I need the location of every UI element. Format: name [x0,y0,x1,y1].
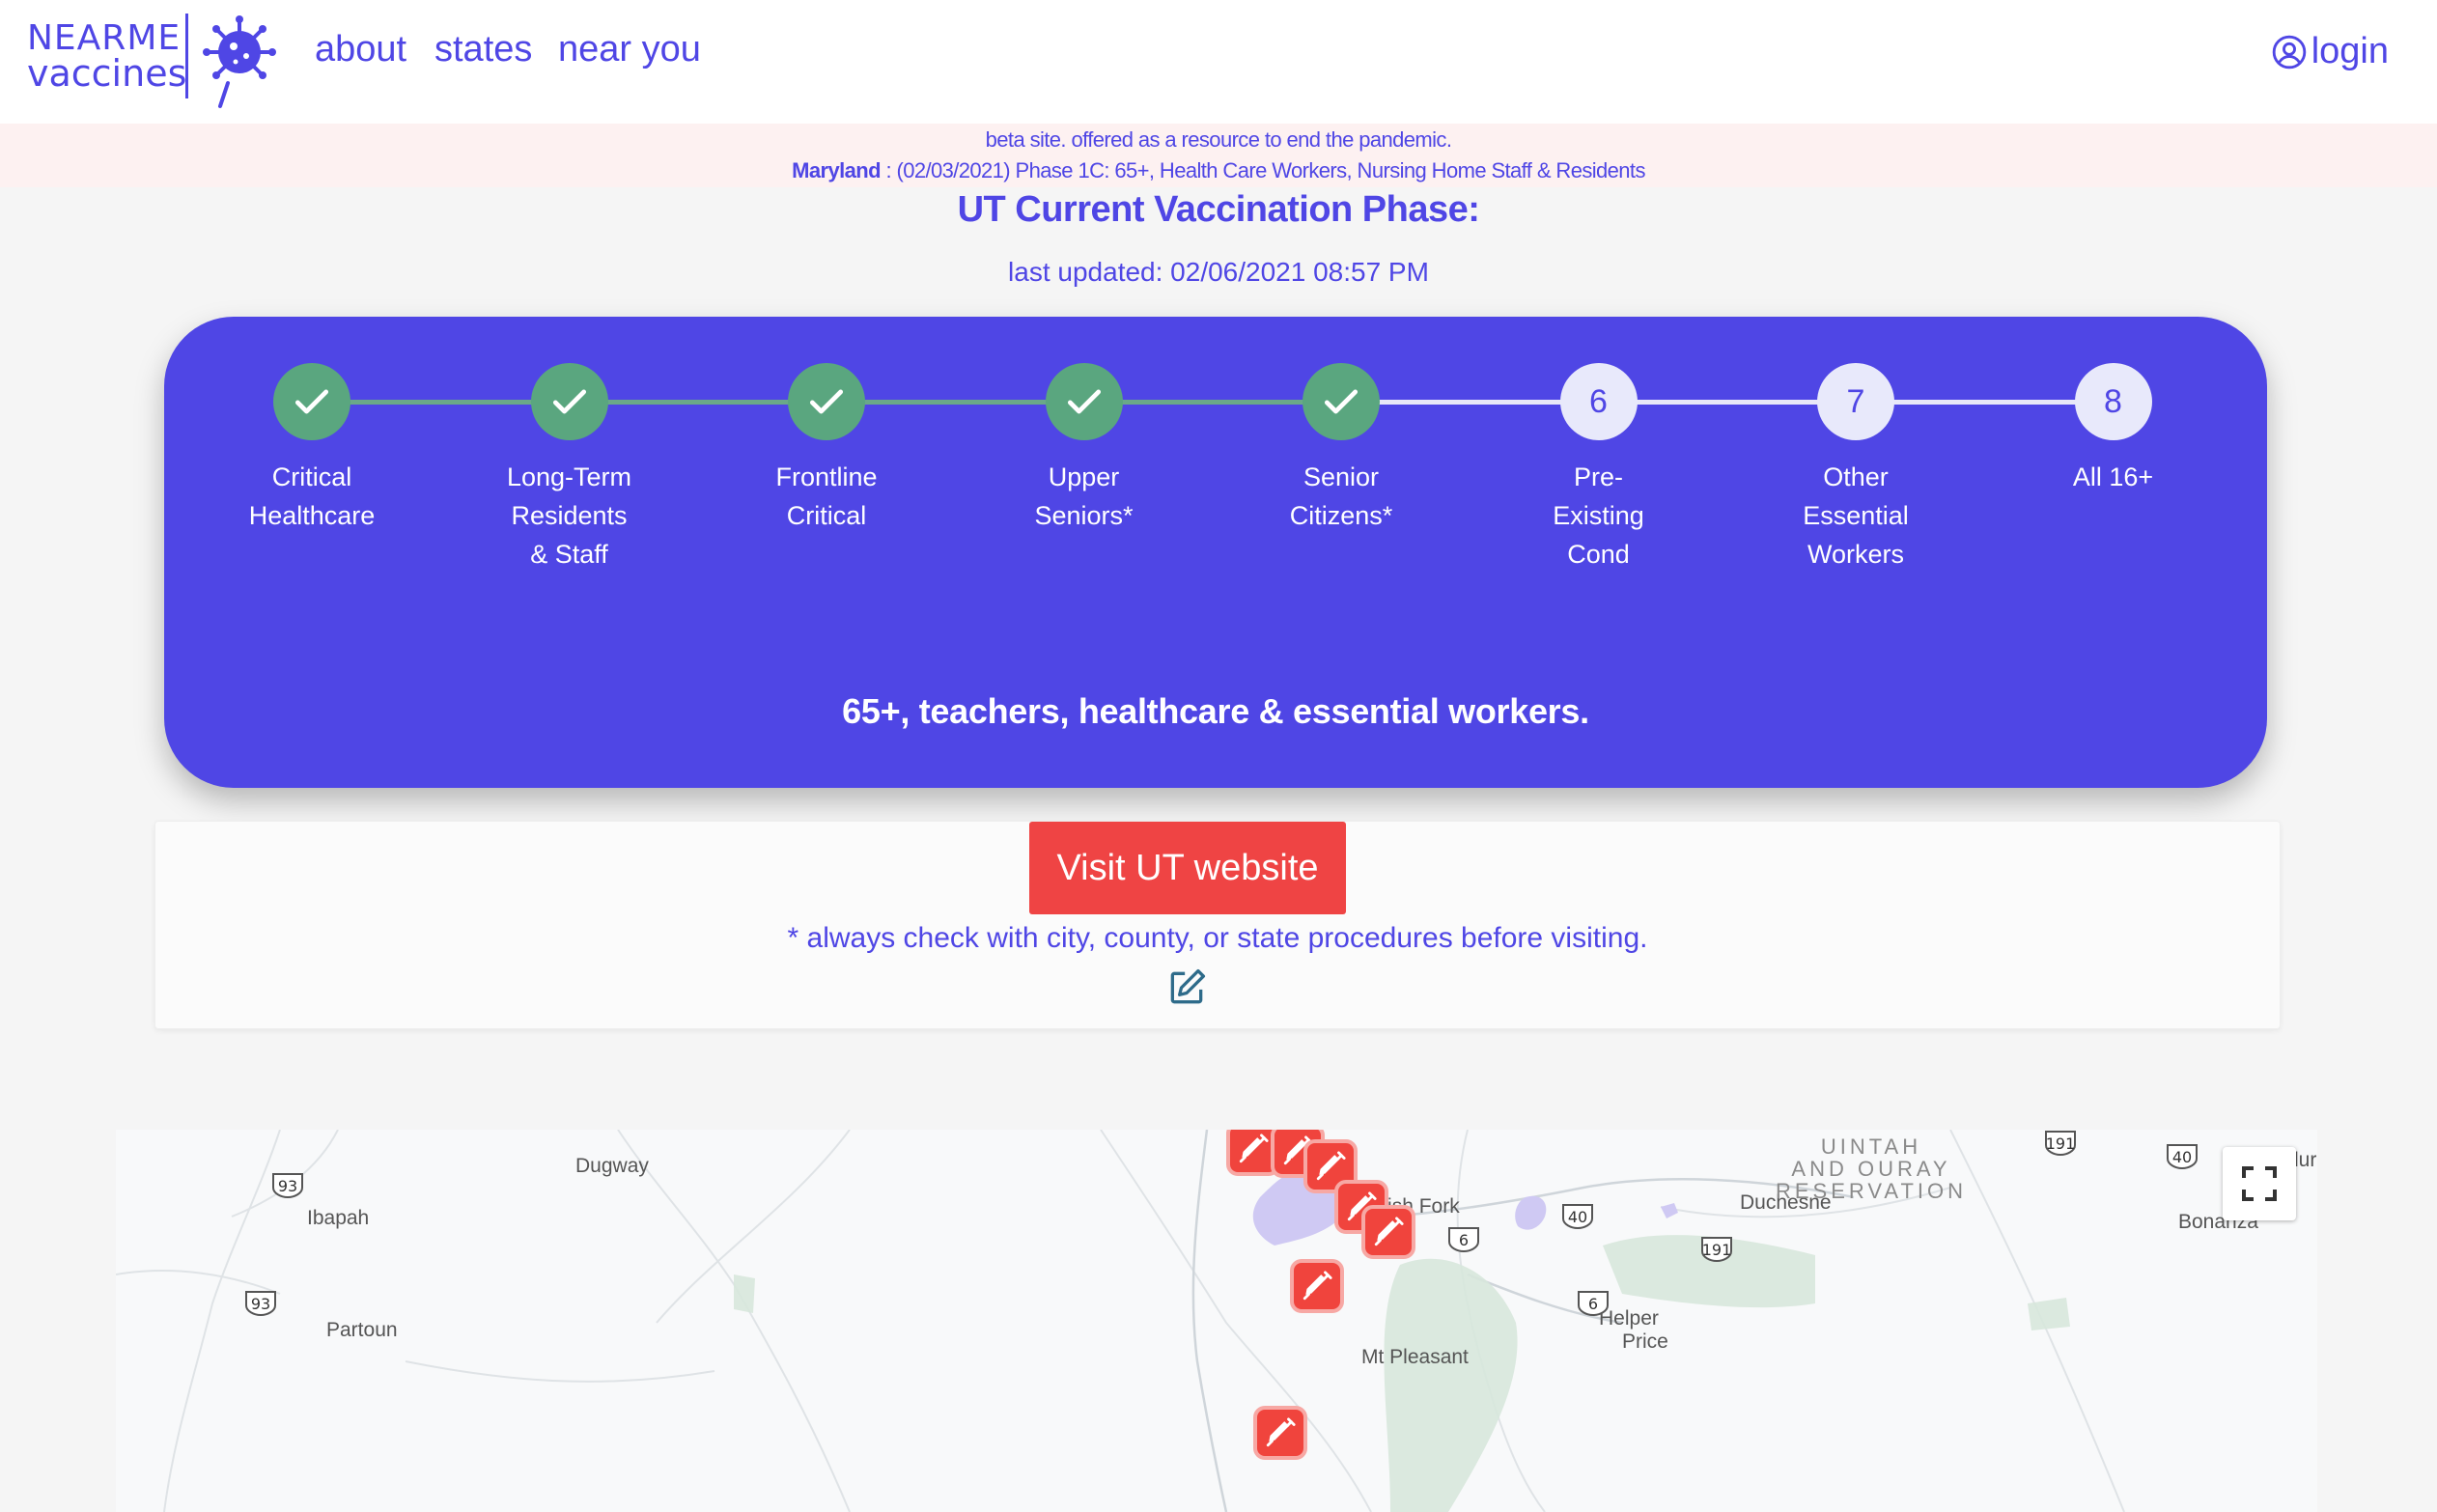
vaccine-site-marker[interactable] [1290,1259,1344,1313]
checkmark-icon [788,363,865,440]
fullscreen-icon [2242,1166,2277,1201]
logo-line2: vaccines [27,52,187,95]
phase-step: 8 All 16+ [1998,363,2229,496]
logo[interactable]: NEARME vaccines [27,14,276,108]
phase-step-label: Senior Citizens* [1289,462,1393,530]
highway-shield: 6 [1576,1290,1611,1317]
header: NEARME vaccines about states near you lo… [0,0,2437,124]
last-updated: last updated: 02/06/2021 08:57 PM [1008,257,1429,287]
place-label: Price [1622,1330,1668,1353]
checkmark-icon [273,363,350,440]
logo-line1: NEARME [27,18,182,58]
syringe-icon [1303,1271,1332,1301]
banner-phase-text: : (02/03/2021) Phase 1C: 65+, Health Car… [880,158,1645,182]
reservation-line3: RESERVATION [1775,1179,1968,1203]
phase-step-label: Upper Seniors* [1034,462,1134,530]
phase-step: Senior Citizens* [1225,363,1457,535]
place-label: Dugway [575,1155,649,1177]
reservation-line1: UINTAH [1820,1134,1922,1159]
phase-step-label: All 16+ [2072,462,2154,491]
syringe-icon [1374,1217,1404,1246]
place-label: lur [2294,1149,2317,1171]
nav-near-you[interactable]: near you [558,29,701,70]
banner-line2: Maryland : (02/03/2021) Phase 1C: 65+, H… [0,158,2437,183]
phase-step: Upper Seniors* [968,363,1200,535]
syringe-icon [1316,1151,1346,1181]
phase-step-label: Critical Healthcare [248,462,376,530]
vaccine-site-marker[interactable] [1253,1406,1307,1460]
login-label: login [2311,31,2389,71]
fullscreen-button[interactable] [2223,1147,2296,1220]
highway-shield: 93 [270,1172,305,1199]
highway-shield: 191 [2043,1130,2078,1157]
highway-shield: 40 [1560,1203,1595,1230]
virus-icon [203,15,276,108]
nav-about[interactable]: about [315,29,406,70]
phase-step-number: 6 [1559,363,1638,440]
phase-step-label: Long-Term Residents & Staff [506,462,632,569]
highway-shield: 93 [243,1290,278,1317]
vaccine-map[interactable]: Dugway Ibapah Partoun Spanish Fork Duche… [116,1130,2317,1512]
edit-icon[interactable] [1165,966,1208,1009]
highway-shield: 191 [1699,1236,1734,1263]
phase-step-number: 8 [2074,363,2152,440]
phase-step: Long-Term Residents & Staff [454,363,686,574]
phase-step-label: Frontline Critical [775,462,878,530]
phase-step-number: 7 [1817,363,1894,440]
phase-progress-card: Critical Healthcare Long-Term Residents & St… [164,317,2267,788]
page-title: UT Current Vaccination Phase: [957,189,1480,230]
syringe-icon [1239,1134,1269,1163]
nav-states[interactable]: states [434,29,532,70]
checkmark-icon [1303,363,1380,440]
phase-step-label: Other Essential Workers [1803,462,1909,569]
visit-website-button[interactable]: Visit UT website [1029,822,1346,914]
phase-summary: 65+, teachers, healthcare & essential wo… [842,691,1589,731]
logo-divider [185,14,188,98]
user-circle-icon [2272,35,2306,69]
disclaimer-note: * always check with city, county, or sta… [787,922,1648,954]
checkmark-icon [1045,363,1123,440]
banner-line1: beta site. offered as a resource to end … [985,127,1452,152]
phase-step: Frontline Critical [711,363,942,535]
phase-step: 7 Other Essential Workers [1740,363,1972,574]
checkmark-icon [530,363,608,440]
phase-step-label: Pre- Existing Cond [1553,462,1644,569]
logo-text: NEARME vaccines [27,18,187,95]
reservation-line2: AND OURAY [1791,1157,1951,1181]
login-button[interactable]: login [2271,31,2389,72]
highway-shield: 6 [1446,1226,1481,1253]
place-label: Partoun [326,1319,398,1341]
highway-shield: 40 [2165,1143,2199,1170]
reservation-label: UINTAH AND OURAY RESERVATION [1775,1135,1968,1202]
phase-step: Critical Healthcare [196,363,428,535]
syringe-icon [1266,1417,1296,1447]
map-base [116,1130,2125,1512]
place-label: Ibapah [307,1207,370,1229]
place-label: Mt Pleasant [1361,1346,1469,1368]
info-box: Visit UT website * always check with cit… [154,821,2281,1029]
vaccine-site-marker[interactable] [1361,1205,1415,1259]
announcement-banner: beta site. offered as a resource to end … [0,124,2437,187]
phase-step: 6 Pre- Existing Cond [1483,363,1715,574]
banner-state: Maryland [792,158,881,182]
